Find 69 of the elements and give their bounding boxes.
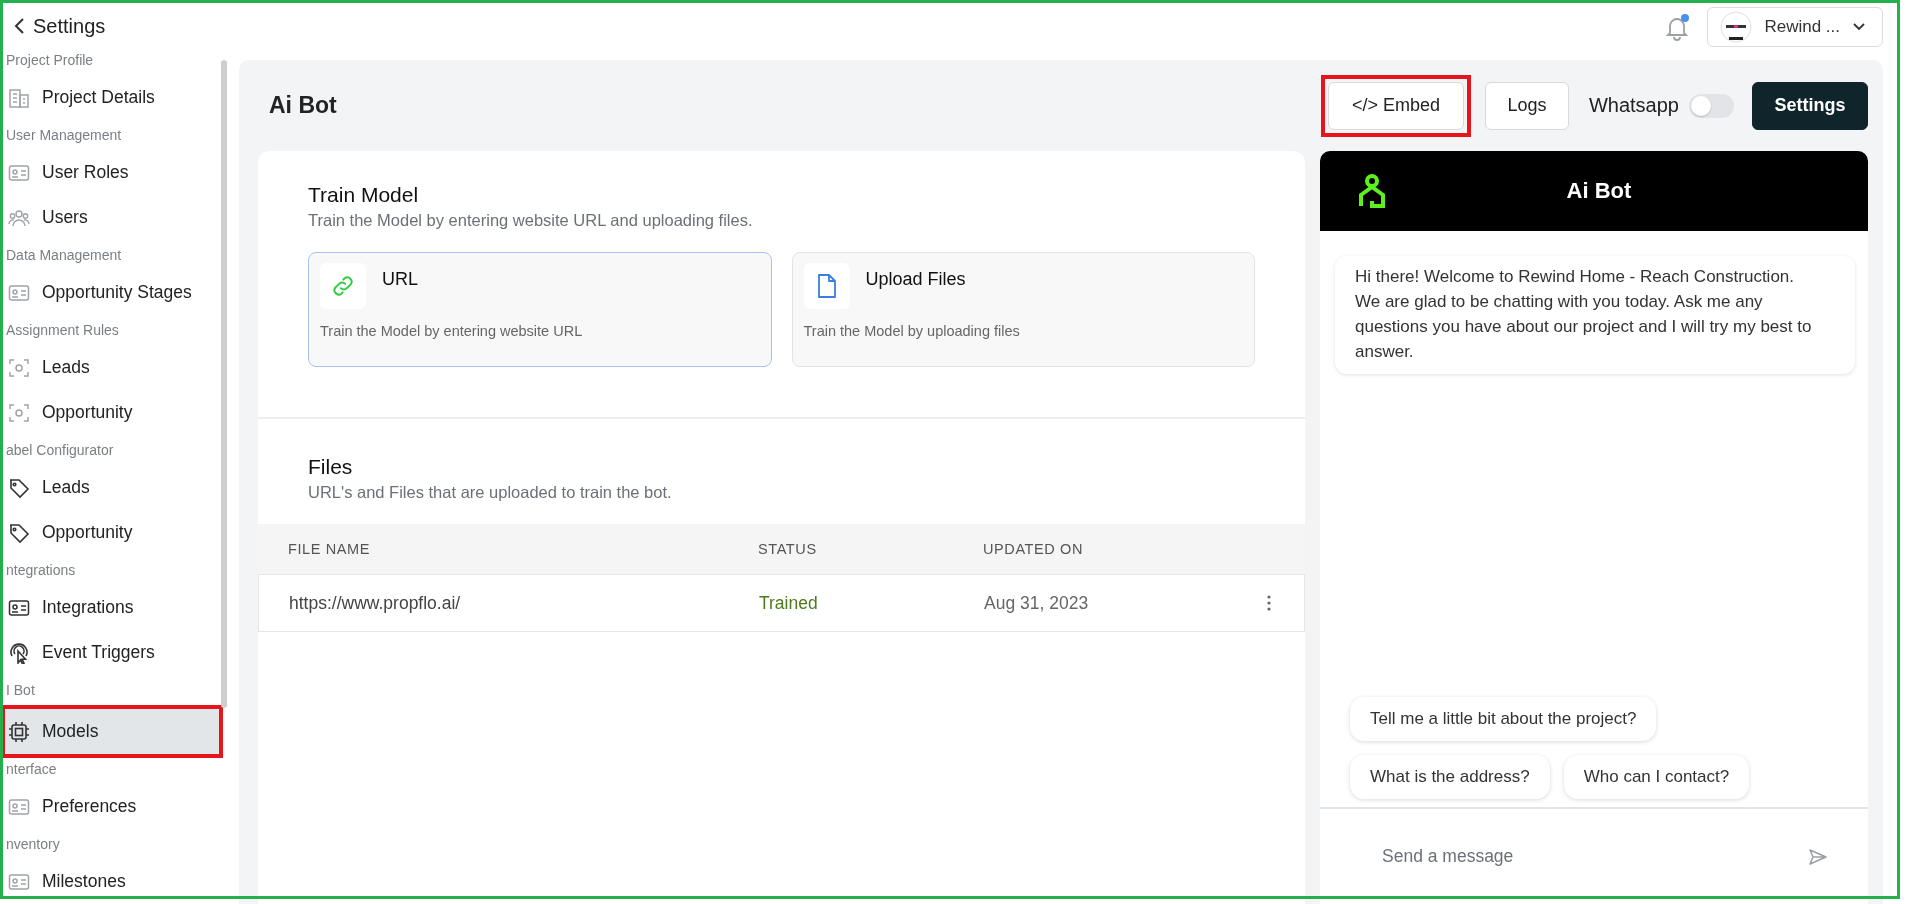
chat-title: Ai Bot [1565,178,1633,204]
section-label: Project Profile [5,51,95,70]
whatsapp-label: Whatsapp [1588,94,1679,117]
option-description: Train the Model by uploading files [803,323,1021,339]
section-label: I Bot [5,681,36,700]
table-row[interactable]: https://www.propflo.ai/ Trained Aug 31, 2023 [258,574,1305,632]
sidebar-item[interactable]: Models [5,709,219,754]
tap-icon [8,641,30,664]
logs-button[interactable]: Logs [1484,81,1569,130]
section-label: User Management [5,126,123,145]
sidebar-item[interactable]: Leads [5,465,221,510]
sidebar-item[interactable]: Integrations [5,585,221,630]
settings-button[interactable]: Settings [1752,81,1868,130]
section-title: Files [308,455,354,479]
house-person-icon [1358,173,1386,209]
embed-button[interactable]: </> Embed [1327,81,1464,130]
building-icon [8,86,30,109]
message-input[interactable]: Send a message [1380,845,1808,868]
suggestion-chip[interactable]: Who can I contact? [1563,755,1750,799]
train-option-card[interactable]: Upload Files Train the Model by uploading files [791,252,1255,367]
sidebar-item[interactable]: Milestones [5,859,221,904]
section-label: nventory [5,835,61,854]
section-label: ntegrations [5,561,77,580]
focus-frame-icon [8,401,30,424]
sidebar-item[interactable]: Project Details [5,75,221,120]
suggestion-chip[interactable]: Tell me a little bit about the project? [1350,697,1657,741]
sidebar-item[interactable]: Opportunity Stages [5,270,221,315]
section-label: nterface [5,760,58,779]
sidebar-item[interactable]: Preferences [5,784,221,829]
back-chevron-icon [13,17,27,35]
section-label: abel Configurator [5,441,115,460]
sidebar-item[interactable]: Event Triggers [5,630,221,675]
page-title: Ai Bot [269,92,337,119]
tag-icon [8,521,30,544]
status-text: Trained [759,592,819,614]
column-header: FILE NAME [287,541,371,557]
option-title: Upload Files [865,268,966,290]
back-button[interactable]: Settings [13,14,106,38]
option-title: URL [382,268,418,290]
suggestion-chip[interactable]: What is the address? [1350,755,1550,799]
sidebar-item[interactable]: Users [5,195,221,240]
sidebar-item[interactable]: User Roles [5,150,221,195]
focus-frame-icon [8,356,30,379]
column-header: UPDATED ON [983,541,1084,557]
option-description: Train the Model by entering website URL [320,323,584,339]
table-cell-text: Aug 31, 2023 [984,592,1090,614]
section-title: Train Model [308,183,420,207]
chevron-down-icon [1852,22,1866,32]
section-subtitle: URL's and Files that are uploaded to train the bot. [308,483,673,502]
whatsapp-toggle[interactable] [1689,93,1734,118]
file-icon [815,273,838,299]
sidebar-item[interactable]: Opportunity [5,390,221,435]
link-icon [330,273,356,299]
section-label: Data Management [5,246,123,265]
section-subtitle: Train the Model by entering website URL and uploading files. [308,211,754,230]
train-option-card[interactable]: URL Train the Model by entering website URL [308,252,772,367]
account-logo [1720,11,1753,43]
sidebar-item[interactable]: Leads [5,345,221,390]
bot-message: Hi there! Welcome to Rewind Home - Reach Construction. We are glad to be chatting with you today. Ask me any questions you have about our project and I will try my best to answer. [1335,256,1855,374]
table-cell-text: https://www.propflo.ai/ [288,592,462,614]
chip-icon [8,720,30,743]
tag-icon [8,476,30,499]
section-label: Assignment Rules [5,321,120,340]
bell-icon[interactable] [1663,13,1692,41]
account-dropdown[interactable]: Rewind ... [1707,7,1883,47]
column-header: STATUS [758,541,818,557]
more-options-icon[interactable] [1266,594,1272,612]
send-icon[interactable] [1808,847,1828,866]
sidebar-item[interactable]: Opportunity [5,510,221,555]
